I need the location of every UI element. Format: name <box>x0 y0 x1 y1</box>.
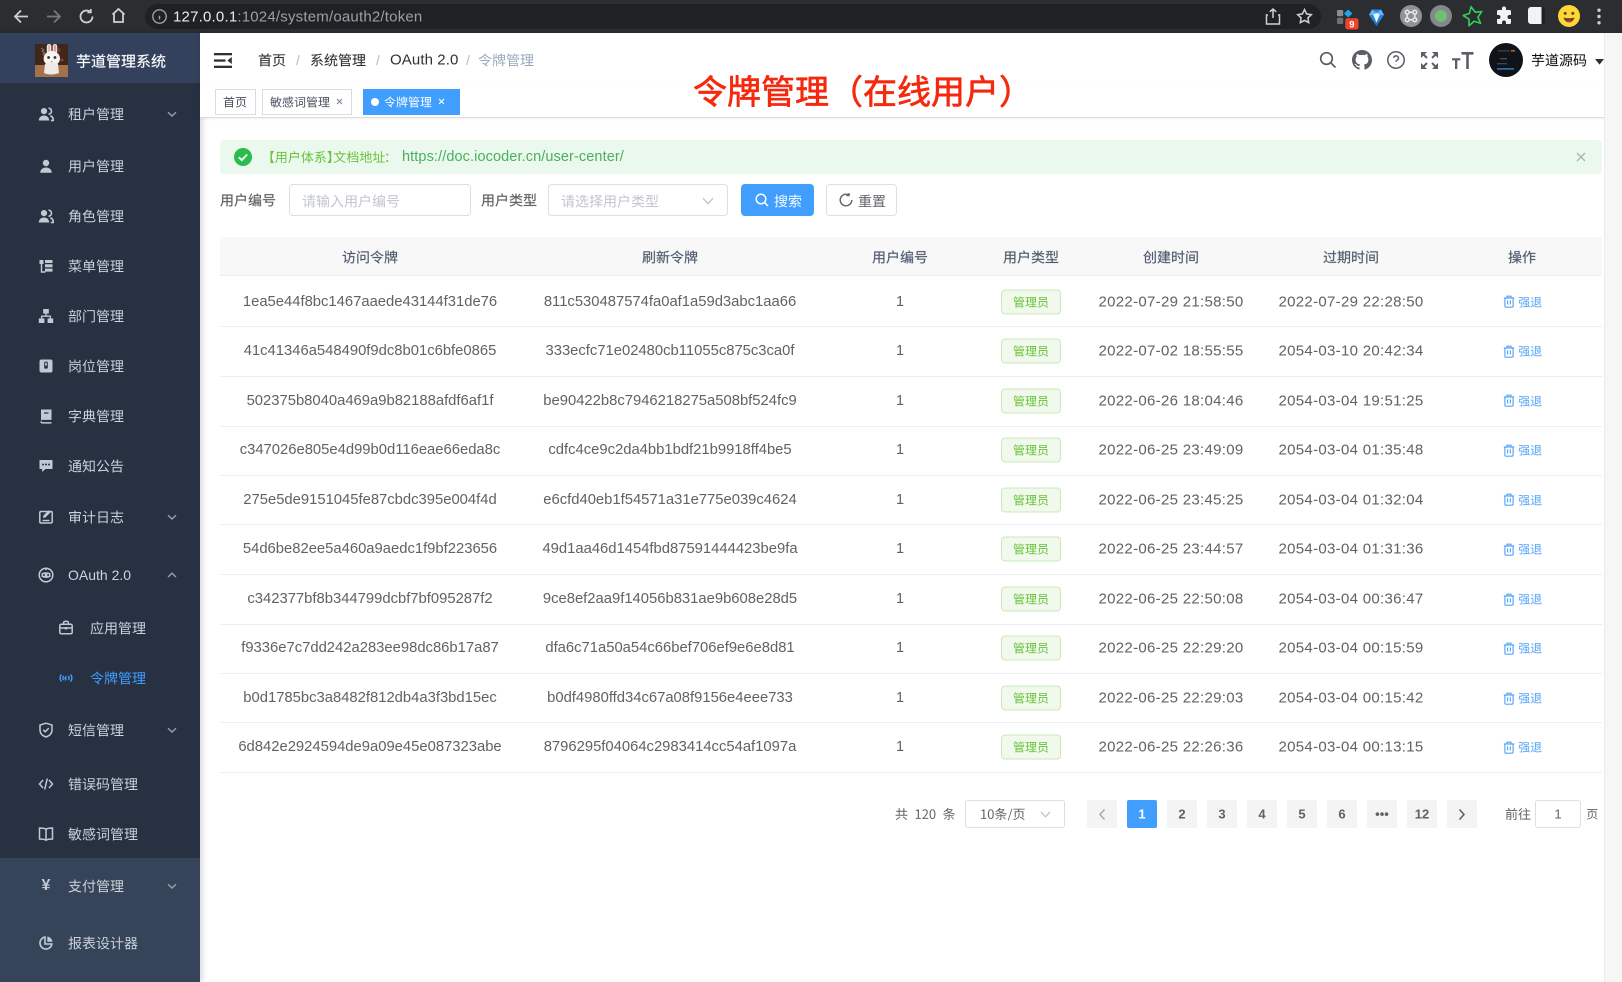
svg-text:9: 9 <box>1349 19 1354 30</box>
